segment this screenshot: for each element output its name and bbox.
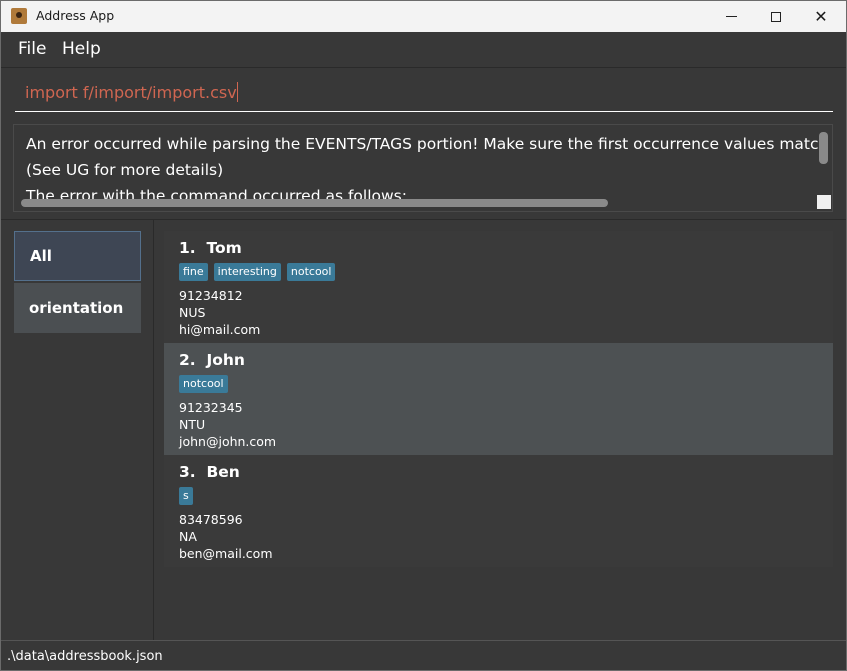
person-email: hi@mail.com — [179, 322, 261, 337]
person-list: 1. Tom fine interesting notcool 91234812… — [154, 219, 846, 641]
person-name-text: Ben — [206, 463, 240, 481]
app-window: Address App ✕ File Help import f/import/… — [0, 0, 847, 671]
status-bar: .\data\addressbook.json — [1, 640, 846, 670]
person-name-text: Tom — [206, 239, 242, 257]
tag-sidebar: All orientation — [1, 219, 154, 641]
person-index: 3. — [179, 463, 196, 481]
tag-list: fine interesting notcool — [179, 263, 336, 281]
command-value: import f/import/import.csv — [25, 83, 237, 102]
person-phone: 91234812 — [179, 288, 243, 303]
command-input[interactable]: import f/import/import.csv — [15, 77, 833, 112]
tag-badge: notcool — [179, 375, 228, 393]
tag-list: s — [179, 487, 193, 505]
maximize-icon — [771, 11, 781, 22]
person-phone: 91232345 — [179, 400, 243, 415]
scroll-corner — [817, 195, 831, 209]
person-card[interactable]: 2. John notcool 91232345 NTU john@john.c… — [164, 343, 833, 455]
text-caret — [236, 82, 238, 102]
menu-file[interactable]: File — [18, 39, 46, 59]
person-index: 1. — [179, 239, 196, 257]
person-card[interactable]: 3. Ben s 83478596 NA ben@mail.com — [164, 455, 833, 567]
person-email: john@john.com — [179, 434, 277, 449]
person-index: 2. — [179, 351, 196, 369]
close-icon: ✕ — [814, 7, 828, 26]
command-text: import f/import/import.csv — [25, 82, 238, 102]
close-button[interactable]: ✕ — [798, 1, 844, 32]
menu-bar: File Help — [1, 32, 846, 68]
sidebar-item-all[interactable]: All — [14, 231, 141, 281]
maximize-button[interactable] — [753, 1, 799, 32]
person-name-text: John — [206, 351, 245, 369]
person-phone: 83478596 — [179, 512, 243, 527]
window-title: Address App — [36, 8, 115, 23]
title-bar[interactable]: Address App ✕ — [1, 1, 846, 32]
tag-list: notcool — [179, 375, 228, 393]
minimize-icon — [725, 16, 737, 17]
save-location: .\data\addressbook.json — [7, 649, 163, 664]
tag-badge: notcool — [286, 263, 336, 281]
result-line: An error occurred while parsing the EVEN… — [26, 135, 833, 153]
horizontal-scrollbar[interactable] — [21, 199, 608, 207]
tag-badge: interesting — [213, 263, 281, 281]
person-name: 3. Ben — [179, 463, 240, 481]
result-display[interactable]: An error occurred while parsing the EVEN… — [13, 124, 833, 212]
minimize-button[interactable] — [708, 1, 754, 32]
tag-badge: s — [179, 487, 193, 505]
person-address: NTU — [179, 417, 206, 432]
person-email: ben@mail.com — [179, 546, 273, 561]
person-name: 1. Tom — [179, 239, 242, 257]
person-name: 2. John — [179, 351, 245, 369]
person-address: NA — [179, 529, 197, 544]
menu-help[interactable]: Help — [62, 39, 101, 59]
vertical-scrollbar[interactable] — [819, 132, 828, 164]
sidebar-item-orientation[interactable]: orientation — [14, 283, 141, 333]
app-icon — [11, 8, 27, 24]
result-line: (See UG for more details) — [26, 161, 224, 179]
person-card[interactable]: 1. Tom fine interesting notcool 91234812… — [164, 231, 833, 343]
person-address: NUS — [179, 305, 206, 320]
tag-badge: fine — [179, 263, 208, 281]
